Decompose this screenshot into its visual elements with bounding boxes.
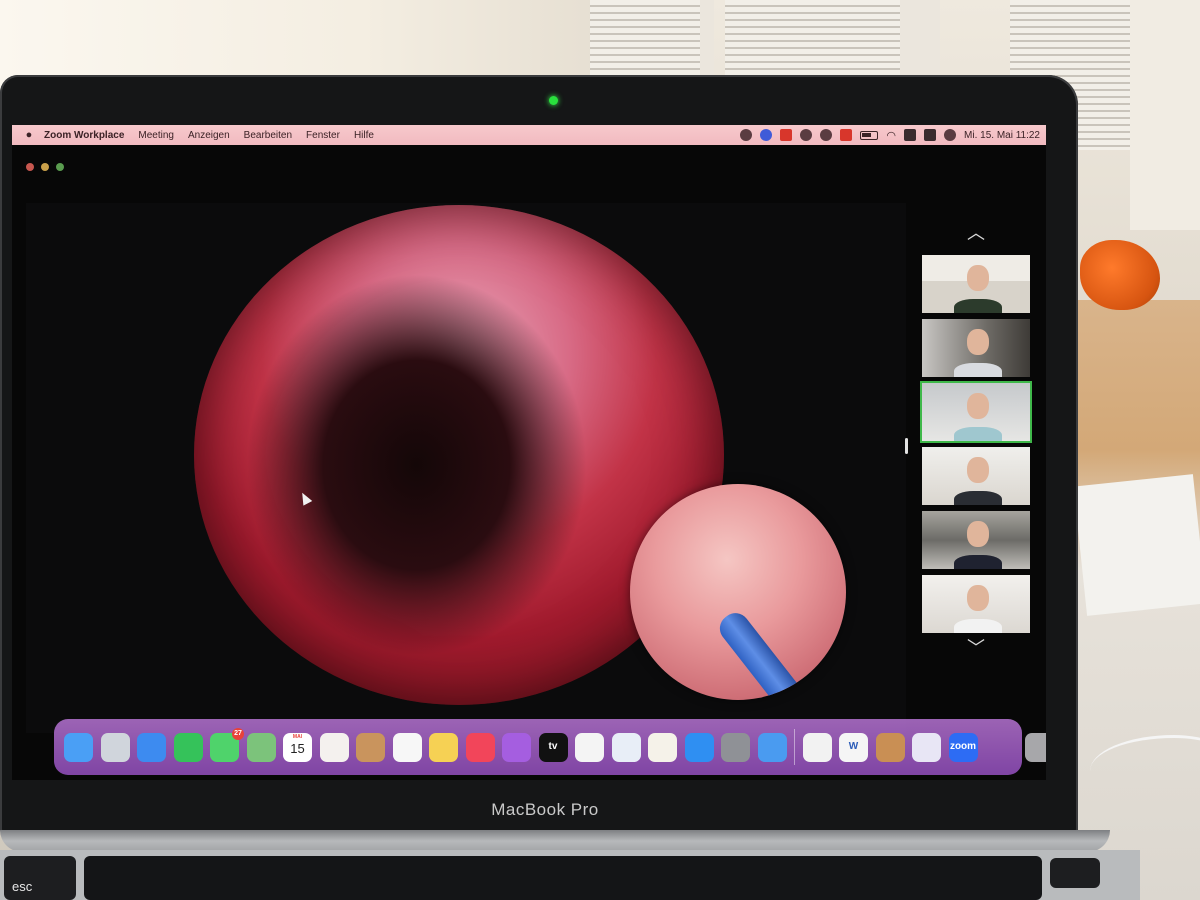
siri-icon[interactable] (944, 129, 957, 141)
menu-item-meeting[interactable]: Meeting (131, 130, 181, 141)
play-status-icon[interactable] (800, 129, 813, 141)
launchpad-icon[interactable] (100, 732, 130, 762)
apple-icon[interactable]: ● (18, 125, 40, 145)
security-status-icon[interactable] (840, 129, 853, 141)
dock: 27 MAI 15 tv Wzoom (54, 719, 1046, 775)
music-icon[interactable] (465, 732, 495, 762)
minimize-window-button[interactable] (41, 163, 49, 171)
participant-tile-active-speaker[interactable] (920, 381, 1032, 443)
participant-tile[interactable] (920, 253, 1032, 315)
participant-tile[interactable] (920, 573, 1032, 635)
wifi-icon[interactable]: ◠ (886, 129, 896, 142)
calendar-day-label: 15 (290, 740, 305, 756)
participant-tile[interactable] (920, 445, 1032, 507)
menu-item-view[interactable]: Anzeigen (181, 130, 237, 141)
menu-bar: ● Zoom Workplace Meeting Anzeigen Bearbe… (12, 125, 1046, 145)
participant-tile[interactable] (920, 317, 1032, 379)
notes-icon[interactable] (429, 732, 458, 762)
mail-icon[interactable] (757, 732, 787, 762)
panel-resize-handle[interactable] (905, 438, 908, 454)
window-controls (26, 163, 64, 171)
laptop-brand-label: MacBook Pro (491, 800, 599, 819)
trash-icon[interactable] (1025, 732, 1046, 762)
dock-separator (794, 729, 795, 765)
menu-app-name[interactable]: Zoom Workplace (40, 130, 131, 141)
photos-icon[interactable] (319, 732, 349, 762)
menu-item-help[interactable]: Hilfe (347, 130, 381, 141)
numbers-icon[interactable] (575, 732, 604, 762)
search-icon[interactable] (904, 129, 917, 141)
maximize-window-button[interactable] (56, 163, 64, 171)
battery-icon[interactable] (860, 130, 879, 140)
reminders-icon[interactable] (392, 732, 422, 762)
dock-app-label: tv (548, 741, 558, 752)
maps-icon[interactable] (246, 732, 276, 762)
laptop-hinge (0, 830, 1110, 852)
zoom-status-icon[interactable] (760, 129, 773, 141)
pages-icon[interactable] (648, 732, 677, 762)
function-keys[interactable] (84, 856, 1042, 900)
endoscopy-inset-view (630, 484, 846, 700)
paper-stack (1073, 474, 1200, 616)
window-blinds (590, 0, 700, 82)
chevron-up-icon[interactable]: ︿ (962, 223, 990, 243)
control-center-icon[interactable] (924, 129, 937, 141)
status-area: ◠ Mi. 15. Mai 11:22 (740, 129, 1046, 142)
system-settings-icon[interactable] (721, 732, 750, 762)
contacts-icon[interactable] (356, 732, 385, 762)
messages-icon[interactable]: 27 (210, 727, 244, 762)
calendar-icon[interactable]: MAI 15 (283, 732, 312, 762)
laptop-screen: ● Zoom Workplace Meeting Anzeigen Bearbe… (12, 125, 1046, 780)
close-window-button[interactable] (26, 163, 34, 171)
calendar-month-label: MAI (292, 733, 303, 740)
function-key[interactable] (1050, 858, 1100, 888)
keyboard-function-row: esc (0, 856, 1100, 900)
participant-strip (920, 253, 1032, 635)
powerpoint-icon[interactable] (802, 732, 832, 762)
participant-tile[interactable] (920, 509, 1032, 571)
window-blinds (725, 0, 900, 82)
keynote-icon[interactable] (611, 732, 641, 762)
party-icon[interactable] (875, 732, 905, 762)
dock-app-label: zoom (949, 741, 977, 752)
window-frame (1130, 0, 1200, 230)
star-icon[interactable] (912, 732, 941, 762)
orange-clamp (1080, 240, 1160, 310)
camera-indicator-light (549, 96, 558, 105)
chevron-down-icon[interactable]: ﹀ (962, 638, 990, 658)
menu-item-edit[interactable]: Bearbeiten (237, 130, 299, 141)
menu-item-window[interactable]: Fenster (299, 130, 347, 141)
notification-badge: 27 (232, 727, 244, 740)
shared-screen-view[interactable] (26, 203, 906, 733)
app-status-icon[interactable] (780, 129, 793, 141)
surgical-instrument (714, 607, 812, 700)
menu-clock[interactable]: Mi. 15. Mai 11:22 (964, 130, 1040, 141)
tv-icon[interactable]: tv (538, 732, 568, 762)
word-icon[interactable]: W (839, 732, 868, 762)
podcasts-icon[interactable] (502, 732, 531, 762)
esc-key[interactable]: esc (4, 856, 76, 900)
zoom-icon[interactable]: zoom (948, 732, 978, 762)
safari-icon[interactable] (137, 732, 166, 762)
dock-app-label: W (848, 741, 859, 752)
bluetooth-icon[interactable] (820, 129, 833, 141)
finder-icon[interactable] (64, 732, 93, 762)
spiral-status-icon[interactable] (740, 129, 753, 141)
facetime-icon[interactable] (173, 732, 203, 762)
app-store-icon[interactable] (684, 732, 714, 762)
